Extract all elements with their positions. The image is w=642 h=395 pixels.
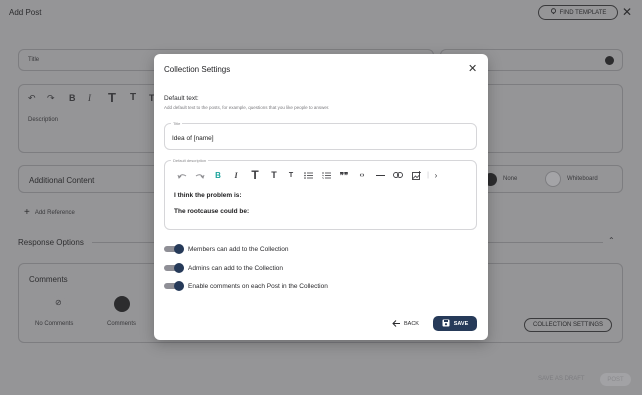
title-value: Idea of [name] <box>172 135 214 142</box>
additional-content-label: Additional Content <box>29 176 95 185</box>
comments-label: Comments <box>29 275 68 284</box>
no-comments-label[interactable]: No Comments <box>35 321 73 327</box>
save-as-draft-button[interactable]: SAVE AS DRAFT <box>538 376 585 382</box>
modal-title: Collection Settings <box>164 65 231 74</box>
toggle-label: Enable comments on each Post in the Coll… <box>188 282 328 290</box>
italic-icon[interactable]: I <box>227 168 245 182</box>
toggle-switch[interactable] <box>164 281 184 291</box>
undo-icon[interactable]: ↶ <box>28 93 36 104</box>
post-button[interactable]: POST <box>600 373 631 386</box>
heading-2-icon[interactable]: T <box>130 92 136 103</box>
toggle-members-can-add[interactable]: Members can add to the Collection <box>164 244 288 254</box>
add-reference-label: Add Reference <box>34 210 75 216</box>
editor-toolbar: B I T T T ❞❞ ‹› | › <box>173 168 441 182</box>
response-options-label: Response Options <box>18 238 84 247</box>
description-line-2: The rootcause could be: <box>174 208 250 215</box>
save-label: SAVE <box>453 320 469 327</box>
horizontal-rule-icon[interactable] <box>371 168 389 182</box>
bold-icon[interactable]: B <box>69 93 76 103</box>
description-line-1: I think the problem is: <box>174 192 242 199</box>
divider <box>488 242 603 243</box>
toggle-switch[interactable] <box>164 263 184 273</box>
link-icon[interactable] <box>389 168 407 182</box>
quote-icon[interactable]: ❞❞ <box>335 168 353 182</box>
heading-2-icon[interactable]: T <box>265 168 283 182</box>
collection-settings-modal: Collection Settings ✕ Default text: Add … <box>154 54 488 340</box>
toggle-admins-can-add[interactable]: Admins can add to the Collection <box>164 263 283 273</box>
default-text-label: Default text: <box>164 95 199 102</box>
plus-icon: + <box>24 207 30 218</box>
italic-icon[interactable]: I <box>88 93 91 103</box>
toggle-enable-comments[interactable]: Enable comments on each Post in the Coll… <box>164 281 328 291</box>
whiteboard-label[interactable]: Whiteboard <box>567 176 598 182</box>
default-title-input[interactable]: Title Idea of [name] <box>164 121 477 150</box>
toggle-switch[interactable] <box>164 244 184 254</box>
heading-3-icon[interactable]: T <box>283 168 299 182</box>
redo-icon[interactable] <box>191 168 209 182</box>
no-comments-glyph-icon: ⊘ <box>55 298 62 307</box>
post-label: POST <box>607 376 624 383</box>
save-icon <box>442 319 450 329</box>
undo-icon[interactable] <box>173 168 191 182</box>
redo-icon[interactable]: ↷ <box>47 93 55 104</box>
code-icon[interactable]: ‹› <box>353 168 371 182</box>
default-text-help: Add default text to the posts, for examp… <box>164 105 330 110</box>
heading-1-icon[interactable]: T <box>108 90 116 105</box>
find-template-button[interactable]: FIND TEMPLATE <box>538 5 618 20</box>
toggle-label: Members can add to the Collection <box>188 245 289 253</box>
toggle-label: Admins can add to the Collection <box>188 264 284 272</box>
find-template-label: FIND TEMPLATE <box>559 9 607 16</box>
comments-option-label[interactable]: Comments <box>107 321 136 327</box>
description-legend: Default description <box>171 158 209 163</box>
whiteboard-icon[interactable] <box>545 171 561 187</box>
numbered-list-icon[interactable] <box>317 168 335 182</box>
image-icon[interactable] <box>407 168 425 182</box>
default-description-editor[interactable]: Default description B I T T T ❞❞ ‹› | › … <box>164 158 477 230</box>
close-icon[interactable]: ✕ <box>622 5 632 19</box>
help-icon[interactable] <box>605 56 614 65</box>
collection-settings-label: COLLECTION SETTINGS <box>532 322 603 328</box>
back-label: BACK <box>404 321 419 327</box>
bullet-list-icon[interactable] <box>299 168 317 182</box>
save-button[interactable]: SAVE <box>433 316 477 331</box>
comments-option-icon[interactable] <box>114 296 130 312</box>
arrow-left-icon <box>392 319 400 329</box>
close-icon[interactable]: ✕ <box>468 64 477 75</box>
more-icon[interactable]: › <box>431 168 441 182</box>
bold-icon[interactable]: B <box>209 168 227 182</box>
title-placeholder: Title <box>28 57 40 63</box>
back-button[interactable]: BACK <box>392 319 419 329</box>
chevron-up-icon[interactable]: ⌃ <box>608 236 615 245</box>
collection-settings-button[interactable]: COLLECTION SETTINGS <box>524 318 612 332</box>
heading-1-icon[interactable]: T <box>245 168 265 182</box>
title-legend: Title <box>171 121 183 126</box>
none-option-label[interactable]: None <box>503 176 517 182</box>
divider <box>92 242 154 243</box>
lightbulb-icon <box>550 8 557 17</box>
description-placeholder: Description <box>28 117 59 123</box>
add-reference-button[interactable]: + Add Reference <box>24 208 75 218</box>
page-title: Add Post <box>9 8 42 17</box>
